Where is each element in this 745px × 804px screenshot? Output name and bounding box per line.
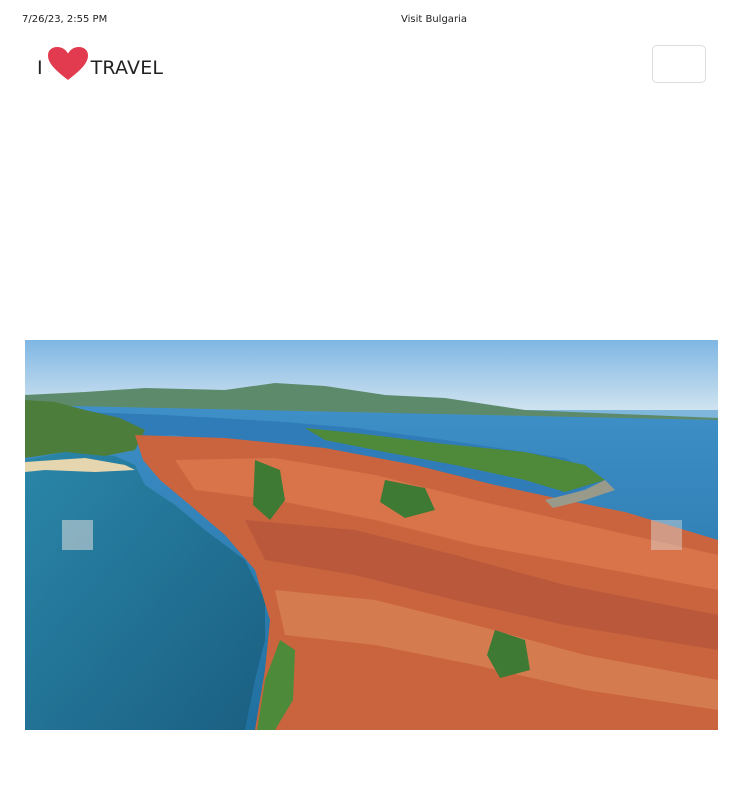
- heart-icon: [47, 47, 88, 80]
- site-logo[interactable]: I TRAVEL: [37, 46, 163, 82]
- carousel-prev-button[interactable]: [62, 520, 93, 550]
- print-page-title: Visit Bulgaria: [401, 14, 467, 25]
- print-date: 7/26/23, 2:55 PM: [22, 14, 108, 25]
- menu-toggle-button[interactable]: [652, 45, 706, 83]
- carousel-slide-image: [25, 340, 718, 730]
- image-carousel: [25, 340, 718, 730]
- logo-prefix: I: [37, 57, 43, 79]
- logo-suffix: TRAVEL: [90, 57, 164, 79]
- print-header: 7/26/23, 2:55 PM Visit Bulgaria: [0, 14, 745, 28]
- carousel-next-button[interactable]: [651, 520, 682, 550]
